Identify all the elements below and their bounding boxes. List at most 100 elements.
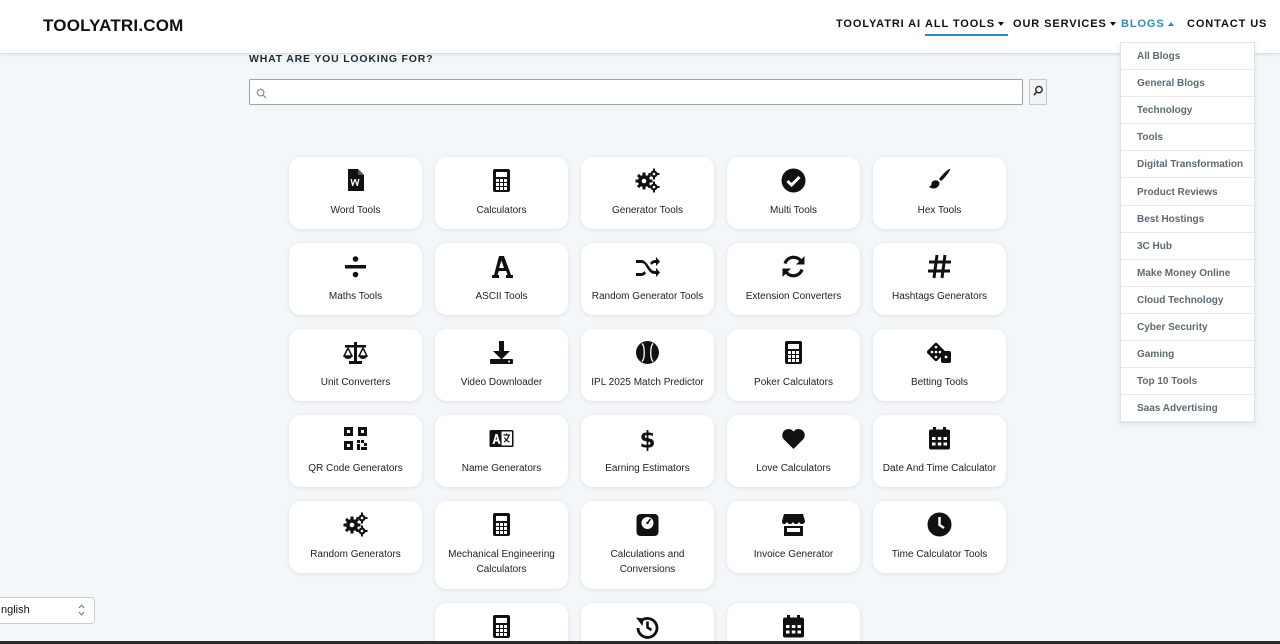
nav-contact-us[interactable]: CONTACT US — [1187, 18, 1267, 30]
tool-card-label: Mechanical Engineering Calculators — [448, 549, 555, 575]
tool-card[interactable]: Random Generator Tools — [581, 243, 714, 315]
tool-card[interactable]: Hex Tools — [873, 157, 1006, 229]
site-logo[interactable]: TOOLYATRI.COM — [43, 16, 184, 36]
blogs-menu-item[interactable]: All Blogs — [1121, 43, 1254, 70]
check-circle-icon — [781, 168, 806, 193]
tool-card[interactable]: Love Calculators — [727, 415, 860, 487]
tool-card-label: Video Downloader — [460, 377, 543, 388]
tool-card[interactable]: Hashtags Generators — [873, 243, 1006, 315]
tool-card[interactable] — [435, 603, 568, 644]
font-a-icon — [489, 254, 514, 279]
blogs-menu-item[interactable]: Product Reviews — [1121, 179, 1254, 206]
weight-scale-icon — [635, 512, 660, 537]
tool-card[interactable]: Extension Converters — [727, 243, 860, 315]
tool-card[interactable]: Word Tools — [289, 157, 422, 229]
search-field[interactable] — [249, 79, 1023, 105]
tool-card[interactable]: Mechanical Engineering Calculators — [435, 501, 568, 589]
blogs-menu-item[interactable]: Tools — [1121, 124, 1254, 152]
nav-our-services[interactable]: OUR SERVICES — [1013, 18, 1116, 30]
nav-all-tools[interactable]: ALL TOOLS — [925, 18, 1009, 36]
store-icon — [781, 512, 806, 537]
blogs-menu-item[interactable]: Technology — [1121, 97, 1254, 125]
tool-card[interactable]: IPL 2025 Match Predictor — [581, 329, 714, 401]
blogs-dropdown-menu: All Blogs General Blogs Technology Tools Dig… — [1120, 42, 1255, 423]
heart-icon — [781, 426, 806, 451]
tool-card-label: Earning Estimators — [605, 463, 690, 474]
language-select[interactable]: nglish — [0, 597, 95, 624]
blogs-menu-item[interactable]: Saas Advertising — [1121, 395, 1254, 423]
search-button[interactable] — [1029, 79, 1047, 105]
calculator-icon — [489, 512, 514, 537]
tool-card[interactable]: Maths Tools — [289, 243, 422, 315]
nav-toolyatri-ai[interactable]: TOOLYATRI AI — [836, 18, 921, 30]
tool-card-label: Random Generators — [310, 549, 401, 560]
tool-card-label: Betting Tools — [910, 377, 969, 388]
calendar-icon — [781, 614, 806, 639]
gears-icon — [635, 168, 660, 193]
nav-blogs[interactable]: BLOGS — [1121, 18, 1174, 30]
cricket-ball-icon — [635, 340, 660, 365]
blogs-menu-item[interactable]: General Blogs — [1121, 70, 1254, 98]
blogs-menu-item[interactable]: Gaming — [1121, 341, 1254, 369]
tool-card-label: Random Generator Tools — [591, 291, 704, 302]
tool-card[interactable]: Generator Tools — [581, 157, 714, 229]
tool-card[interactable]: Multi Tools — [727, 157, 860, 229]
caret-down-icon — [1109, 22, 1116, 27]
tool-card[interactable]: Name Generators — [435, 415, 568, 487]
tool-card[interactable]: Invoice Generator — [727, 501, 860, 573]
tool-card[interactable]: Time Calculator Tools — [873, 501, 1006, 573]
tool-card[interactable]: Betting Tools — [873, 329, 1006, 401]
tool-card-label: Name Generators — [461, 463, 542, 474]
search-input[interactable] — [272, 82, 1012, 102]
word-file-icon — [343, 168, 368, 193]
svg-text:$: $ — [639, 428, 655, 452]
language-select-value: nglish — [1, 604, 30, 616]
tool-card-label: Date And Time Calculator — [882, 463, 997, 474]
search-heading: WHAT ARE YOU LOOKING FOR? — [249, 53, 434, 65]
nav-all-tools-label: ALL TOOLS — [925, 18, 996, 30]
tool-card-label: Maths Tools — [328, 291, 383, 302]
history-icon — [635, 614, 660, 639]
tool-card[interactable]: Calculations and Conversions — [581, 501, 714, 589]
search-icon — [256, 86, 267, 104]
tool-card-label: Love Calculators — [756, 463, 831, 474]
tool-card[interactable] — [727, 603, 860, 644]
hashtag-icon — [927, 254, 952, 279]
tool-card[interactable]: Date And Time Calculator — [873, 415, 1006, 487]
tool-card[interactable]: Poker Calculators — [727, 329, 860, 401]
shuffle-icon — [635, 254, 660, 279]
tool-card-label: IPL 2025 Match Predictor — [591, 377, 704, 388]
caret-up-icon — [1167, 22, 1174, 27]
language-icon — [489, 426, 514, 451]
tool-card[interactable]: Unit Converters — [289, 329, 422, 401]
tool-card-label: Extension Converters — [745, 291, 842, 302]
tool-card[interactable]: ASCII Tools — [435, 243, 568, 315]
tool-card-label: Calculations and Conversions — [610, 549, 685, 575]
tool-card[interactable]: Random Generators — [289, 501, 422, 573]
tool-card[interactable]: $ Earning Estimators — [581, 415, 714, 487]
blogs-menu-item[interactable]: Make Money Online — [1121, 260, 1254, 287]
balance-scale-icon — [343, 340, 368, 365]
blogs-menu-item[interactable]: Best Hostings — [1121, 206, 1254, 233]
tool-card-label: Multi Tools — [769, 205, 818, 216]
blogs-menu-item[interactable]: Digital Transformation — [1121, 151, 1254, 179]
blogs-menu-item[interactable]: Cloud Technology — [1121, 287, 1254, 314]
tool-card-label: Poker Calculators — [754, 377, 833, 388]
tool-card[interactable]: Calculators — [435, 157, 568, 229]
calculator-icon — [489, 614, 514, 639]
tool-card-label: Unit Converters — [320, 377, 391, 388]
blogs-menu-item[interactable]: Cyber Security — [1121, 314, 1254, 341]
tool-card-label: Calculators — [476, 205, 527, 216]
tool-card-label: Word Tools — [330, 205, 381, 216]
download-icon — [489, 340, 514, 365]
tool-card[interactable]: QR Code Generators — [289, 415, 422, 487]
dice-icon — [927, 340, 952, 365]
blogs-menu-item[interactable]: Top 10 Tools — [1121, 368, 1254, 396]
gears-icon — [343, 512, 368, 537]
blogs-menu-item[interactable]: 3C Hub — [1121, 233, 1254, 260]
top-navbar: TOOLYATRI.COM TOOLYATRI AI ALL TOOLS OUR… — [0, 0, 1280, 54]
clock-icon — [927, 512, 952, 537]
dollar-icon: $ — [635, 426, 660, 452]
tool-card[interactable]: Video Downloader — [435, 329, 568, 401]
tool-card[interactable] — [581, 603, 714, 644]
